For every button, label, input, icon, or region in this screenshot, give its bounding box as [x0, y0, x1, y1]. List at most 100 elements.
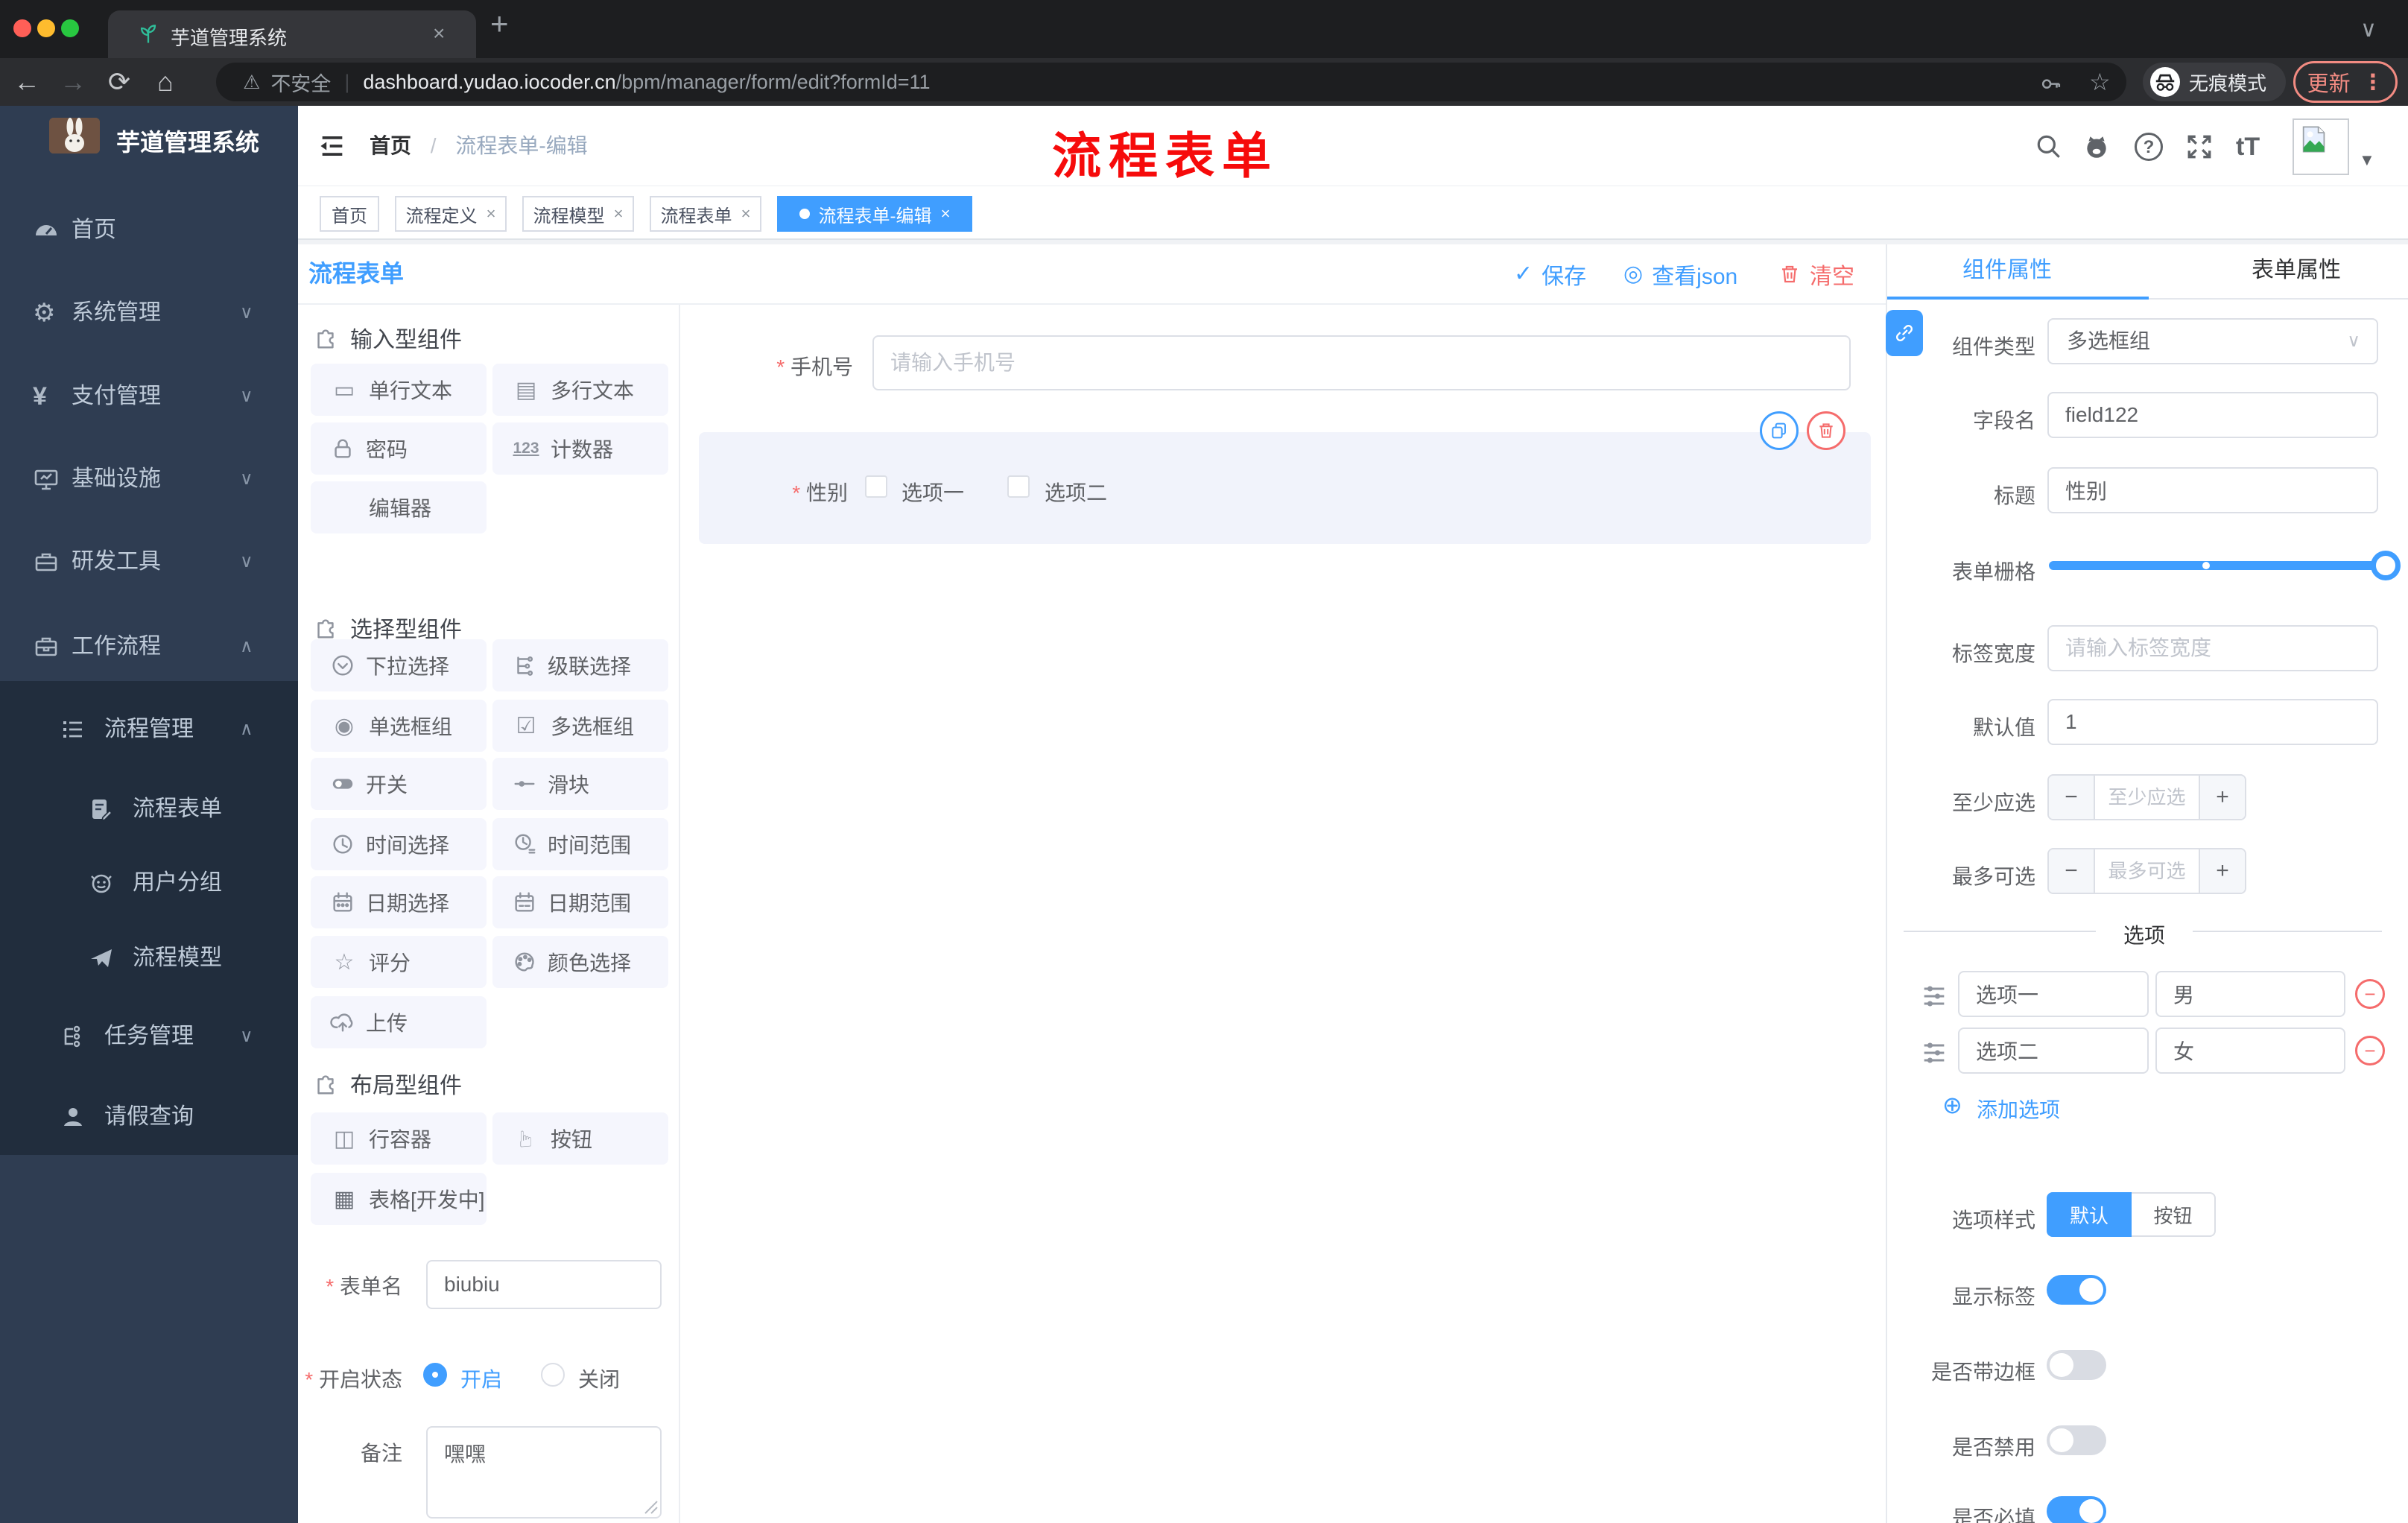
comp-item-color-picker[interactable]: 颜色选择	[492, 936, 668, 988]
forward-icon[interactable]: →	[55, 58, 91, 106]
comp-item-radio-group[interactable]: ◉ 单选框组	[311, 700, 487, 752]
remove-option1-button[interactable]: −	[2355, 979, 2385, 1009]
comp-item-time-range[interactable]: 时间范围	[492, 818, 668, 870]
comp-item-date-picker[interactable]: 日期选择	[311, 876, 487, 928]
option1-value-input[interactable]	[2155, 971, 2345, 1017]
drag-handle-icon[interactable]	[1919, 980, 1949, 1013]
fullscreen-icon[interactable]	[2185, 133, 2214, 161]
gender-option1-label[interactable]: 选项一	[902, 477, 964, 507]
style-default-button[interactable]: 默认	[2047, 1192, 2132, 1237]
decrease-icon[interactable]: −	[2049, 849, 2095, 893]
clear-button[interactable]: 清空	[1778, 244, 1854, 303]
tab-form-props[interactable]: 表单属性	[2252, 244, 2341, 297]
back-icon[interactable]: ←	[9, 58, 45, 106]
form-remark-textarea[interactable]: 嘿嘿	[426, 1426, 662, 1519]
sidebar-item-dev-tools[interactable]: 研发工具 ∨	[0, 532, 298, 592]
comp-item-time-picker[interactable]: 时间选择	[311, 818, 487, 870]
option1-label-input[interactable]	[1958, 971, 2149, 1017]
title-input[interactable]	[2047, 467, 2378, 513]
option2-label-input[interactable]	[1958, 1028, 2149, 1074]
increase-icon[interactable]: +	[2199, 849, 2245, 893]
comp-item-cascader[interactable]: 级联选择	[492, 639, 668, 691]
comp-item-select[interactable]: 下拉选择	[311, 639, 487, 691]
close-icon[interactable]: ×	[614, 204, 624, 224]
github-icon[interactable]	[2082, 133, 2111, 161]
required-toggle[interactable]	[2047, 1496, 2106, 1523]
style-button-button[interactable]: 按钮	[2132, 1192, 2216, 1237]
comp-item-rate[interactable]: ☆ 评分	[311, 936, 487, 988]
search-icon[interactable]	[2035, 133, 2063, 161]
tab-close-icon[interactable]: ×	[433, 22, 445, 45]
sidebar-item-infrastructure[interactable]: 基础设施 ∨	[0, 449, 298, 509]
comp-item-upload[interactable]: 上传	[311, 996, 487, 1048]
tag-process-form-edit[interactable]: 流程表单-编辑 ×	[777, 196, 972, 232]
sidebar-collapse-icon[interactable]	[317, 131, 347, 161]
sidebar-item-workflow[interactable]: 工作流程 ∧	[0, 617, 298, 677]
bookmark-star-icon[interactable]: ☆	[2089, 68, 2111, 96]
comp-item-multi-line-text[interactable]: ▤ 多行文本	[492, 364, 668, 416]
default-value-input[interactable]	[2047, 699, 2378, 745]
comp-item-slider[interactable]: 滑块	[492, 758, 668, 810]
reload-icon[interactable]: ⟳	[101, 58, 137, 106]
comp-item-counter[interactable]: 123 计数器	[492, 422, 668, 475]
close-icon[interactable]: ×	[741, 204, 751, 224]
border-toggle[interactable]	[2047, 1350, 2106, 1380]
delete-component-button[interactable]	[1807, 411, 1845, 450]
copy-component-button[interactable]	[1760, 411, 1799, 450]
breadcrumb-home[interactable]: 首页	[370, 134, 411, 157]
font-size-icon[interactable]: tT	[2236, 133, 2264, 161]
avatar[interactable]	[2293, 118, 2349, 175]
window-close-button[interactable]	[13, 19, 31, 37]
gender-option1-checkbox[interactable]	[865, 475, 887, 498]
status-off-radio[interactable]	[541, 1363, 565, 1387]
increase-icon[interactable]: +	[2199, 776, 2245, 819]
sidebar-item-payment-management[interactable]: ¥ 支付管理 ∨	[0, 367, 298, 426]
gender-option2-checkbox[interactable]	[1007, 475, 1030, 498]
comp-item-password[interactable]: 密码	[311, 422, 487, 475]
max-select-stepper[interactable]: − 最多可选 +	[2047, 848, 2246, 894]
add-circle-icon[interactable]: ⊕	[1942, 1091, 1962, 1119]
status-off-label[interactable]: 关闭	[578, 1364, 620, 1393]
tag-process-definition[interactable]: 流程定义 ×	[395, 196, 507, 232]
home-icon[interactable]: ⌂	[148, 58, 183, 106]
field-name-input[interactable]	[2047, 392, 2378, 438]
gender-option2-label[interactable]: 选项二	[1045, 477, 1107, 507]
sidebar-item-process-model[interactable]: 流程模型	[0, 928, 298, 988]
password-key-icon[interactable]	[2040, 72, 2062, 94]
tab-component-props[interactable]: 组件属性	[1962, 244, 2052, 297]
new-tab-button[interactable]: +	[490, 6, 509, 42]
sidebar-item-process-form[interactable]: 流程表单	[0, 779, 298, 839]
grid-slider-track[interactable]	[2049, 561, 2386, 570]
sidebar-item-user-group[interactable]: 用户分组	[0, 853, 298, 913]
comp-item-checkbox-group[interactable]: ☑ 多选框组	[492, 700, 668, 752]
close-icon[interactable]: ×	[487, 204, 496, 224]
sidebar-item-leave-query[interactable]: 请假查询	[0, 1087, 298, 1147]
form-name-input[interactable]	[426, 1260, 662, 1309]
decrease-icon[interactable]: −	[2049, 776, 2095, 819]
component-type-select[interactable]: 多选框组 ∨	[2047, 318, 2378, 364]
comp-item-button[interactable]: ☞ 按钮	[492, 1112, 668, 1165]
show-label-toggle[interactable]	[2047, 1275, 2106, 1305]
drag-handle-icon[interactable]	[1919, 1036, 1949, 1069]
comp-item-row-container[interactable]: ◫ 行容器	[311, 1112, 487, 1165]
view-json-button[interactable]: ◎ 查看json	[1623, 244, 1737, 303]
comp-item-editor[interactable]: 编辑器	[311, 481, 487, 533]
tag-process-form[interactable]: 流程表单 ×	[650, 196, 761, 232]
status-on-radio[interactable]	[423, 1363, 447, 1387]
close-icon[interactable]: ×	[941, 204, 951, 224]
update-button[interactable]: 更新 ⋮	[2293, 61, 2398, 103]
phone-field-input[interactable]	[872, 335, 1851, 390]
comp-item-date-range[interactable]: 日期范围	[492, 876, 668, 928]
save-button[interactable]: ✓ 保存	[1514, 244, 1586, 303]
tag-process-model[interactable]: 流程模型 ×	[522, 196, 634, 232]
tab-search-chevron-icon[interactable]: ∨	[2360, 16, 2377, 42]
remove-option2-button[interactable]: −	[2355, 1036, 2385, 1066]
sidebar-item-task-management[interactable]: 任务管理 ∨	[0, 1007, 298, 1066]
window-zoom-button[interactable]	[61, 19, 79, 37]
comp-item-switch[interactable]: 开关	[311, 758, 487, 810]
browser-menu-icon[interactable]: ⋮	[2362, 69, 2383, 95]
address-bar[interactable]: ⚠ 不安全 | dashboard.yudao.iocoder.cn /bpm/…	[216, 63, 2126, 101]
disabled-toggle[interactable]	[2047, 1425, 2106, 1455]
tag-home[interactable]: 首页	[320, 196, 379, 232]
resize-handle-icon[interactable]	[642, 1498, 659, 1515]
